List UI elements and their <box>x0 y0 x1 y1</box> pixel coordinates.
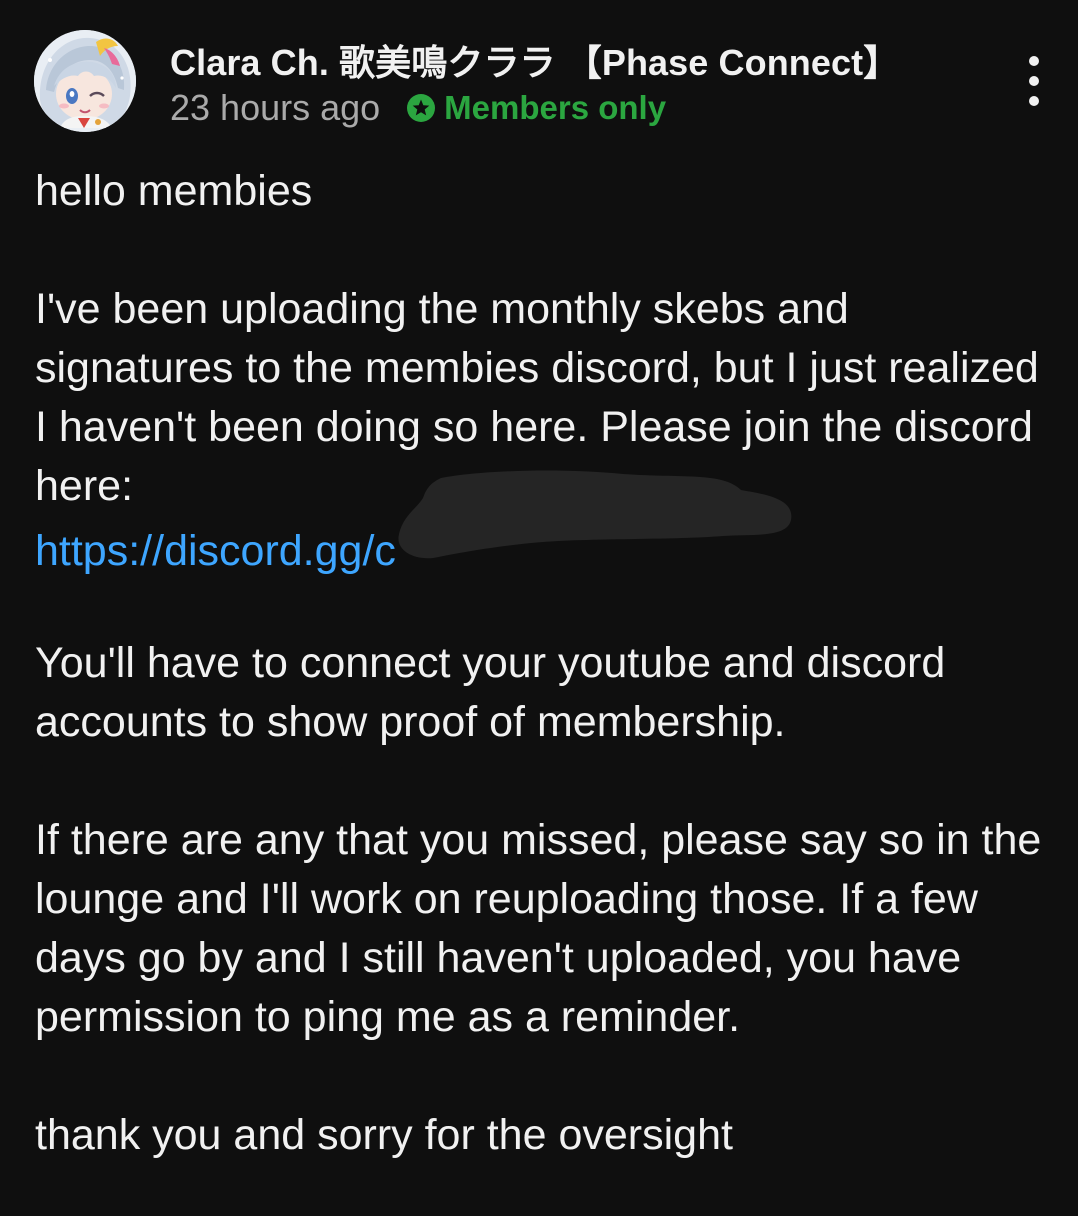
post-paragraph-2: You'll have to connect your youtube and … <box>35 639 946 746</box>
members-star-icon <box>406 93 436 123</box>
channel-avatar[interactable] <box>34 30 136 132</box>
members-only-badge: Members only <box>406 89 666 127</box>
redaction-mark <box>398 470 792 559</box>
more-vert-icon[interactable] <box>1016 56 1052 106</box>
post-closing: thank you and sorry for the oversight <box>35 1111 733 1159</box>
post-meta: 23 hours ago Members only <box>170 86 666 130</box>
post-timestamp[interactable]: 23 hours ago <box>170 87 380 129</box>
members-only-label: Members only <box>444 89 667 126</box>
menu-dot <box>1029 56 1039 66</box>
discord-link-line: https://discord.gg/c <box>35 470 1045 581</box>
channel-name[interactable]: Clara Ch. 歌美鳴クララ 【Phase Connect】 <box>170 34 899 86</box>
community-post: Clara Ch. 歌美鳴クララ 【Phase Connect】 23 hour… <box>0 0 1078 1216</box>
post-paragraph-3: If there are any that you missed, please… <box>35 816 1042 1041</box>
discord-invite-link[interactable]: https://discord.gg/c <box>35 527 396 575</box>
menu-dot <box>1029 76 1039 86</box>
post-greeting: hello membies <box>35 167 313 215</box>
post-body: hello membies I've been uploading the mo… <box>35 162 1045 1165</box>
menu-dot <box>1029 96 1039 106</box>
